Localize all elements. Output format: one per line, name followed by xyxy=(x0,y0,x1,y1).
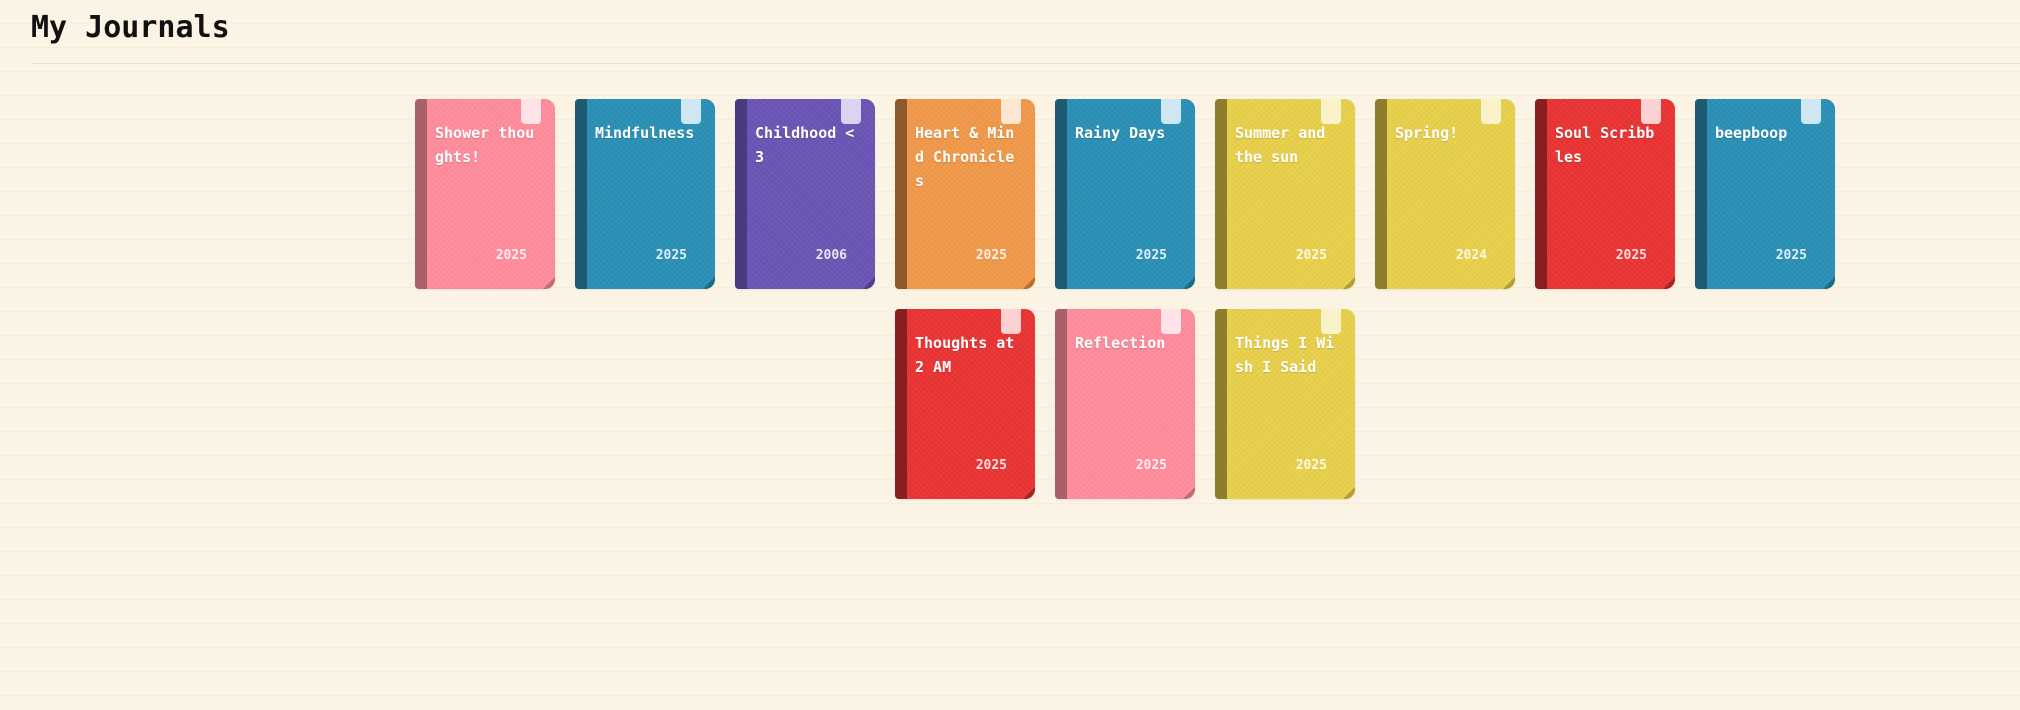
page-corner-icon xyxy=(703,277,715,289)
journal-year: 2025 xyxy=(975,248,1007,263)
journal-shelf: Shower thoughts! 2025 Mindfulness 2025 C… xyxy=(0,0,2020,710)
journal-title: Soul Scribbles xyxy=(1555,124,1655,166)
journal-spine xyxy=(1535,99,1547,289)
journal-year: 2025 xyxy=(1135,248,1167,263)
journal-card[interactable]: Things I Wish I Said 2025 xyxy=(1215,309,1355,499)
journal-card[interactable]: Summer and the sun 2025 xyxy=(1215,99,1355,289)
journal-card[interactable]: Spring! 2024 xyxy=(1375,99,1515,289)
journal-spine xyxy=(1055,99,1067,289)
journal-title: Things I Wish I Said xyxy=(1235,334,1335,376)
journal-year: 2025 xyxy=(1295,248,1327,263)
page-corner-icon xyxy=(1023,487,1035,499)
journal-year: 2025 xyxy=(1295,458,1327,473)
journal-spine xyxy=(895,99,907,289)
journal-card[interactable]: Childhood <3 2006 xyxy=(735,99,875,289)
journal-spine xyxy=(1695,99,1707,289)
journal-year: 2025 xyxy=(655,248,687,263)
page-corner-icon xyxy=(1823,277,1835,289)
journal-title: Rainy Days xyxy=(1075,124,1166,142)
journal-card[interactable]: beepboop 2025 xyxy=(1695,99,1835,289)
journal-card[interactable]: Thoughts at 2 AM 2025 xyxy=(895,309,1035,499)
page-corner-icon xyxy=(1183,487,1195,499)
journal-year: 2006 xyxy=(815,248,847,263)
journal-title: Spring! xyxy=(1395,124,1459,142)
journal-title: Summer and the sun xyxy=(1235,124,1326,166)
page-corner-icon xyxy=(863,277,875,289)
journal-year: 2025 xyxy=(975,458,1007,473)
journal-title: beepboop xyxy=(1715,124,1788,142)
journal-year: 2024 xyxy=(1455,248,1487,263)
page-corner-icon xyxy=(1663,277,1675,289)
journal-title: Reflection xyxy=(1075,334,1166,352)
journal-card[interactable]: Rainy Days 2025 xyxy=(1055,99,1195,289)
journal-card[interactable]: Reflection 2025 xyxy=(1055,309,1195,499)
journal-year: 2025 xyxy=(1615,248,1647,263)
journal-spine xyxy=(1215,309,1227,499)
page-corner-icon xyxy=(1023,277,1035,289)
journal-spine xyxy=(415,99,427,289)
journal-title: Shower thoughts! xyxy=(435,124,535,166)
journal-spine xyxy=(895,309,907,499)
journal-spine xyxy=(1375,99,1387,289)
journal-card[interactable]: Mindfulness 2025 xyxy=(575,99,715,289)
journal-card[interactable]: Shower thoughts! 2025 xyxy=(415,99,555,289)
page-corner-icon xyxy=(1503,277,1515,289)
journal-spine xyxy=(735,99,747,289)
journal-card[interactable]: Heart & Mind Chronicles 2025 xyxy=(895,99,1035,289)
journal-year: 2025 xyxy=(1135,458,1167,473)
journal-title: Thoughts at 2 AM xyxy=(915,334,1015,376)
page-corner-icon xyxy=(1183,277,1195,289)
journal-spine xyxy=(575,99,587,289)
journal-card[interactable]: Soul Scribbles 2025 xyxy=(1535,99,1675,289)
page-corner-icon xyxy=(543,277,555,289)
journal-year: 2025 xyxy=(495,248,527,263)
journal-spine xyxy=(1215,99,1227,289)
journal-spine xyxy=(1055,309,1067,499)
page-corner-icon xyxy=(1343,487,1355,499)
journal-title: Childhood <3 xyxy=(755,124,855,166)
journal-year: 2025 xyxy=(1775,248,1807,263)
journal-title: Heart & Mind Chronicles xyxy=(915,124,1015,190)
journal-title: Mindfulness xyxy=(595,124,695,142)
page-corner-icon xyxy=(1343,277,1355,289)
